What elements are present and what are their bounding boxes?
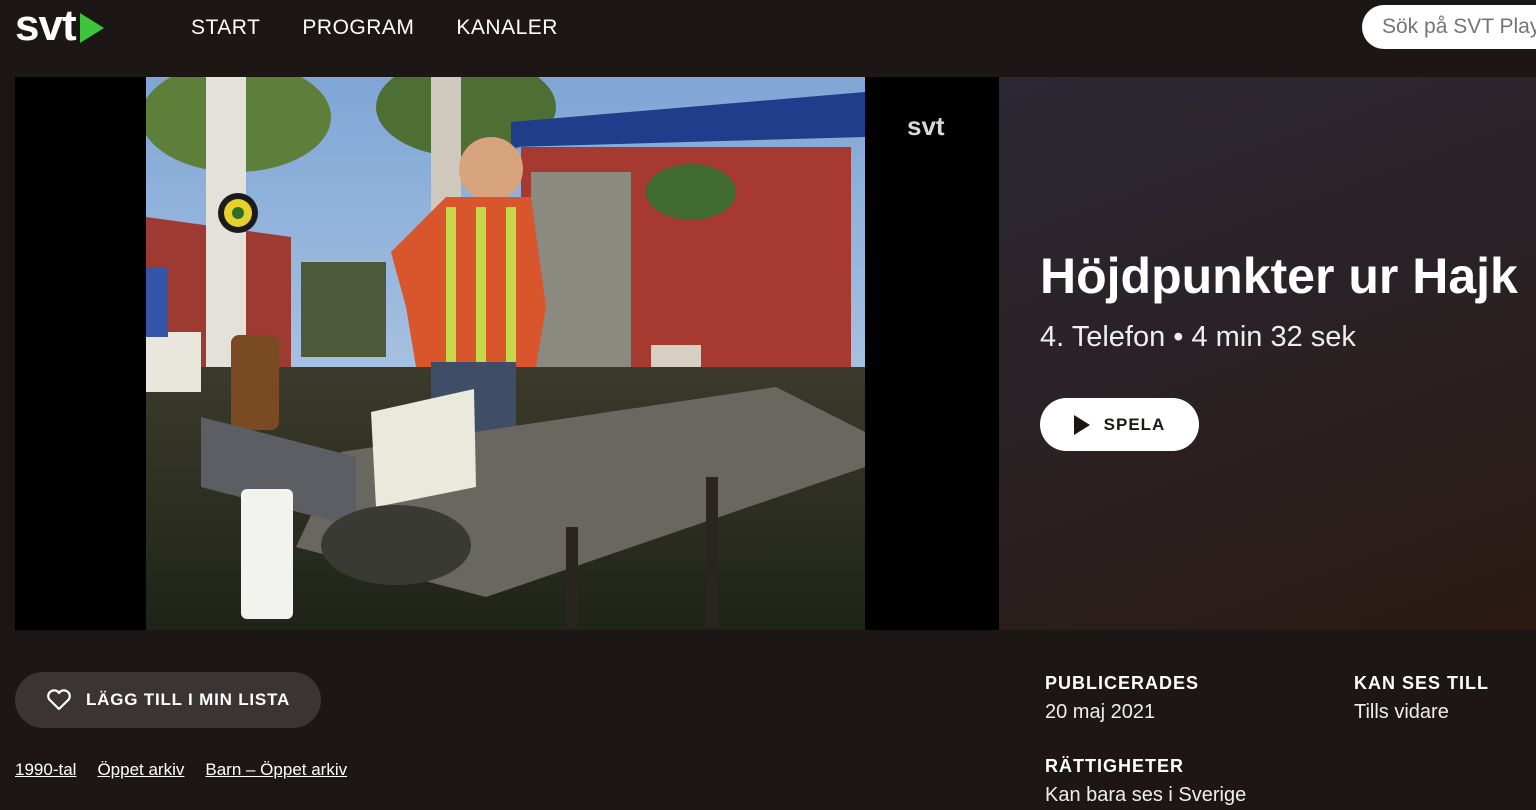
tag-link[interactable]: Barn – Öppet arkiv <box>205 760 347 780</box>
search-input[interactable] <box>1362 5 1536 49</box>
rights-value: Kan bara ses i Sverige <box>1045 784 1247 806</box>
video-thumbnail[interactable] <box>146 77 865 630</box>
play-button[interactable]: SPELA <box>1040 398 1199 451</box>
logo-play-icon <box>79 13 104 43</box>
channel-watermark: svt <box>907 111 945 141</box>
published-heading: PUBLICERADES <box>1045 673 1200 693</box>
tag-link[interactable]: Öppet arkiv <box>97 760 184 780</box>
add-to-list-button[interactable]: LÄGG TILL I MIN LISTA <box>15 672 321 728</box>
logo-text: svt <box>15 1 77 50</box>
nav-kanaler[interactable]: KANALER <box>456 16 558 40</box>
top-navigation-bar: svt START PROGRAM KANALER <box>0 0 1536 56</box>
heart-icon <box>47 689 71 711</box>
hero-player: svt Höjdpunkter ur Hajk 4. Telefon • 4 m… <box>15 77 1536 630</box>
available-heading: KAN SES TILL <box>1354 673 1490 693</box>
play-button-label: SPELA <box>1103 414 1166 434</box>
program-info-panel: Höjdpunkter ur Hajk 4. Telefon • 4 min 3… <box>999 77 1536 630</box>
main-nav: START PROGRAM KANALER <box>191 16 558 40</box>
add-to-list-label: LÄGG TILL I MIN LISTA <box>85 690 291 709</box>
nav-program[interactable]: PROGRAM <box>302 16 414 40</box>
thumbnail-scene <box>146 77 865 630</box>
program-title: Höjdpunkter ur Hajk <box>1040 248 1518 304</box>
svt-play-logo[interactable]: svt <box>15 4 104 48</box>
tag-link[interactable]: 1990-tal <box>15 760 76 780</box>
play-icon <box>1073 414 1090 435</box>
published-date: 20 maj 2021 <box>1045 701 1156 723</box>
available-value: Tills vidare <box>1354 701 1449 723</box>
nav-start[interactable]: START <box>191 16 260 40</box>
rights-heading: RÄTTIGHETER <box>1045 756 1184 776</box>
tag-links: 1990-tal Öppet arkiv Barn – Öppet arkiv <box>15 760 347 780</box>
episode-subtitle: 4. Telefon • 4 min 32 sek <box>1040 321 1356 353</box>
